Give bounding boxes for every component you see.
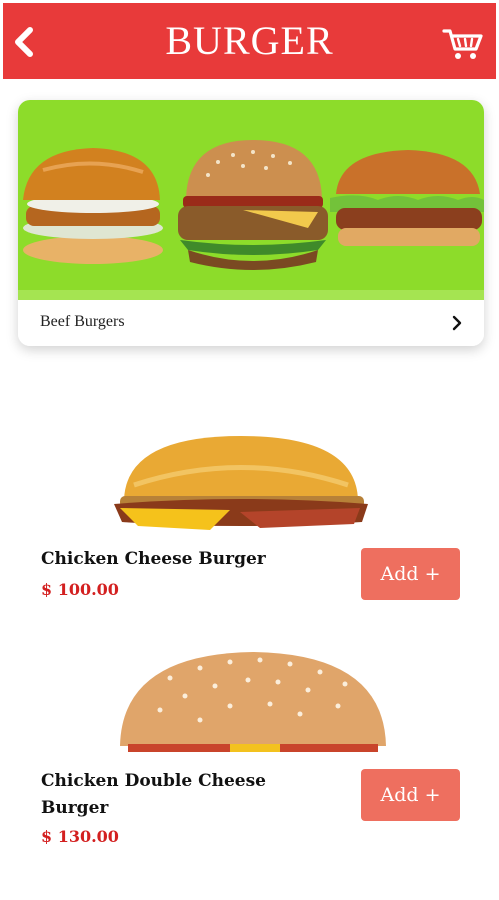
chevron-right-icon[interactable] [450, 314, 464, 332]
item-name: Chicken Cheese Burger [41, 549, 266, 569]
add-to-cart-button[interactable]: Add + [361, 548, 460, 600]
burger-image [120, 652, 386, 752]
category-banner-card[interactable]: Beef Burgers [18, 100, 484, 346]
item-name: Chicken Double Cheese Burger [41, 771, 267, 818]
page-title: BURGER [165, 18, 334, 63]
banner-footer: Beef Burgers [18, 300, 484, 346]
add-to-cart-button[interactable]: Add + [361, 769, 460, 821]
item-price: $ 100.00 [41, 580, 119, 599]
app-header: BURGER [3, 3, 496, 79]
burgers-banner-image [18, 100, 484, 300]
banner-label: Beef Burgers [40, 313, 125, 330]
burger-image [114, 436, 368, 530]
shopping-cart-icon[interactable] [442, 27, 484, 61]
item-price: $ 130.00 [41, 827, 119, 846]
